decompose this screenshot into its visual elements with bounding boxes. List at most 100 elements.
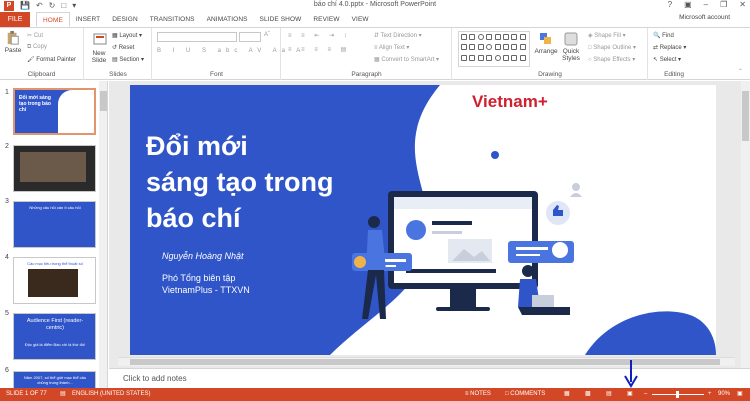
collapse-ribbon-icon[interactable]: ⌃ [738,68,743,75]
thumbnail-slide-5[interactable]: Audience First (reader-centric) Độc giả … [13,313,96,360]
spellcheck-icon[interactable]: ▤ [60,388,66,401]
tab-review[interactable]: REVIEW [307,12,345,27]
drawing-label: Drawing [538,71,562,78]
close-button[interactable]: ✕ [739,0,746,9]
tab-view[interactable]: VIEW [346,12,375,27]
fit-slide-icon[interactable]: ▣ [737,388,743,401]
chat-bubble-right [508,241,574,263]
thumbnail-number: 2 [5,143,9,150]
shapes-gallery[interactable] [458,31,530,67]
shape-outline-button[interactable]: □ Shape Outline ▾ [588,44,636,51]
find-button[interactable]: 🔍 Find [653,32,674,39]
account-name[interactable]: Microsoft account [679,14,730,21]
tab-transitions[interactable]: TRANSITIONS [144,12,201,27]
tab-file[interactable]: FILE [0,12,30,27]
align-buttons[interactable]: ≡ ≡ ≡ ≡ ▤ [288,46,350,53]
thumbnail-number: 3 [5,198,9,205]
quick-styles-button[interactable]: Quick Styles [560,32,582,62]
list-buttons[interactable]: ≡ ≡ ⇤ ⇥ ↕ [288,32,351,39]
tab-insert[interactable]: INSERT [70,12,106,27]
thumbnail-number: 6 [5,367,9,374]
slide-title-line-1: Đổi mới [146,131,248,161]
slide-title-line-2: sáng tạo trong [146,167,334,197]
paste-button[interactable]: Paste [3,31,23,54]
slide-circle-large [417,119,443,145]
quick-styles-icon [564,32,578,46]
slide-role-line-2: VietnamPlus - TTXVN [162,285,250,295]
shape-effects-button[interactable]: ○ Shape Effects ▾ [588,56,635,63]
horizontal-scrollbar[interactable] [118,357,735,366]
thumbnail-title: Các mục tiêu trong thể thuật số [27,261,83,266]
thumbnail-slide-6[interactable]: Năm 2007, số thể giới mạc thể câu chủng … [13,371,96,388]
select-button[interactable]: ↖ Select ▾ [653,56,681,63]
tab-animations[interactable]: ANIMATIONS [201,12,254,27]
editing-group: 🔍 Find ⇄ Replace ▾ ↖ Select ▾ Editing [649,28,699,80]
thumbnail-slide-4[interactable]: Các mục tiêu trong thể thuật số [13,257,96,304]
zoom-in-button[interactable]: + [708,388,712,401]
layout-button[interactable]: ▦ Layout ▾ [112,32,142,39]
window-controls: ? ▣ – ❐ ✕ [668,0,746,9]
notes-toggle-button[interactable]: ≡ NOTES [465,388,491,401]
slide-thumbnails-pane: 1 Đổi mới sáng tạo trong báo chí 2 3 Nhữ… [0,81,108,388]
arrange-button[interactable]: Arrange [533,32,559,55]
font-name-box[interactable] [157,32,237,42]
language[interactable]: ENGLISH (UNITED STATES) [72,388,150,401]
minimize-button[interactable]: – [704,0,708,9]
shape-fill-button[interactable]: ◈ Shape Fill ▾ [588,32,626,39]
restore-button[interactable]: ❐ [720,0,727,9]
thumbnail-number: 5 [5,310,9,317]
paste-icon [7,31,19,45]
ribbon-display-icon[interactable]: ▣ [684,0,692,9]
tab-slide-show[interactable]: SLIDE SHOW [254,12,308,27]
align-text-button[interactable]: ≡ Align Text ▾ [374,44,409,51]
font-size-box[interactable] [239,32,261,42]
thumbnail-title: Những câu hỏi cần ít câu hỏi [29,205,81,210]
zoom-out-button[interactable]: – [644,388,647,401]
vertical-scroll-thumb[interactable] [742,91,749,141]
clipboard-group: Paste ✂ Cut ⧉ Copy 🖌 Format Painter Clip… [0,28,84,80]
thumbnail-slide-3[interactable]: Những câu hỏi cần ít câu hỏi [13,201,96,248]
thumbnail-slide-1[interactable]: Đổi mới sáng tạo trong báo chí [13,88,96,135]
font-grow-icon[interactable]: Aˆ [264,32,270,38]
thumbnails-scrollbar[interactable] [99,81,107,388]
vietnamplus-logo: Vietnam+ [472,92,548,111]
thumbnail-number: 4 [5,254,9,261]
slide-sorter-icon[interactable]: ▩ [585,388,591,401]
tab-home[interactable]: HOME [36,12,70,27]
help-icon[interactable]: ? [668,0,672,9]
reading-view-icon[interactable]: ▤ [606,388,612,401]
cut-button[interactable]: ✂ Cut [27,32,43,39]
slides-label: Slides [109,71,127,78]
slideshow-view-icon[interactable]: ▣ [627,388,633,401]
section-button[interactable]: ▤ Section ▾ [112,56,144,63]
reset-button[interactable]: ↺ Reset [112,44,134,51]
normal-view-icon[interactable]: ▦ [564,388,570,401]
brand-text: Vietnam+ [472,92,548,111]
zoom-slider-thumb[interactable] [676,391,679,398]
new-slide-icon [93,33,107,45]
text-direction-button[interactable]: ⇵ Text Direction ▾ [374,32,422,39]
ribbon: Paste ✂ Cut ⧉ Copy 🖌 Format Painter Clip… [0,27,750,80]
clipboard-label: Clipboard [27,71,56,78]
thumbnail-title: Năm 2007, số thể giới mạc thể câu chủng … [23,375,87,385]
arrow-down-icon [624,360,638,388]
current-slide[interactable]: Vietnam+ Đổi mới sáng tạo trong báo chí … [130,85,716,355]
copy-button[interactable]: ⧉ Copy [27,44,47,51]
paragraph-label: Paragraph [351,71,382,78]
thumbnail-slide-2[interactable] [13,145,96,192]
comments-toggle-button[interactable]: □ COMMENTS [505,388,545,401]
tab-list: HOME INSERT DESIGN TRANSITIONS ANIMATIONS SLI… [36,12,375,27]
thumbnails-scroll-thumb[interactable] [100,91,107,111]
new-slide-button[interactable]: New Slide [88,50,110,64]
format-painter-button[interactable]: 🖌 Format Painter [27,56,76,63]
powerpoint-window: P 💾 ↶ ↻ □ ▾ báo chí 4.0.pptx - Microsoft… [0,0,750,401]
replace-button[interactable]: ⇄ Replace ▾ [653,44,686,51]
zoom-level[interactable]: 90% [718,388,730,401]
vertical-scrollbar[interactable] [741,81,750,368]
tab-design[interactable]: DESIGN [106,12,144,27]
notes-pane[interactable]: Click to add notes [109,368,750,388]
slide-count: SLIDE 1 OF 77 [6,391,47,397]
paragraph-group: ≡ ≡ ⇤ ⇥ ↕ ≡ ≡ ≡ ≡ ▤ ⇵ Text Direction ▾ ≡… [282,28,452,80]
slide-author: Nguyễn Hoàng Nhật [162,251,244,261]
convert-smartart-button[interactable]: ▦ Convert to SmartArt ▾ [374,56,439,63]
